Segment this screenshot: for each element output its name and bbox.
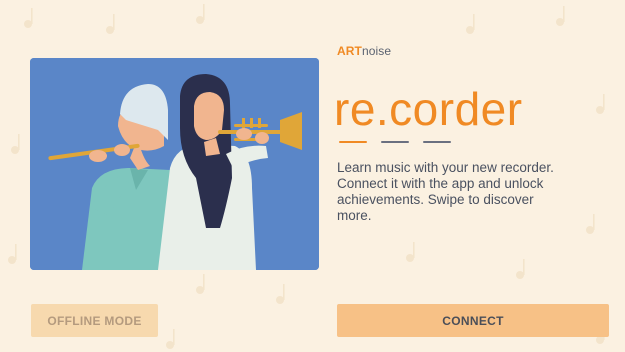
offline-mode-button[interactable]: OFFLINE MODE [31, 304, 158, 337]
page-dot-2[interactable] [381, 141, 409, 143]
hero-illustration [30, 58, 319, 270]
page-dot-1[interactable] [339, 141, 367, 143]
page-dot-3[interactable] [423, 141, 451, 143]
intro-description: Learn music with your new recorder. Conn… [337, 160, 554, 223]
connect-button[interactable]: CONNECT [337, 304, 609, 337]
brand-logo-art: ART [337, 44, 362, 58]
app-title: re.corder [334, 83, 523, 135]
page-indicator [339, 141, 451, 143]
brand-logo: ARTnoise [337, 44, 391, 58]
brand-logo-noise: noise [361, 44, 392, 58]
